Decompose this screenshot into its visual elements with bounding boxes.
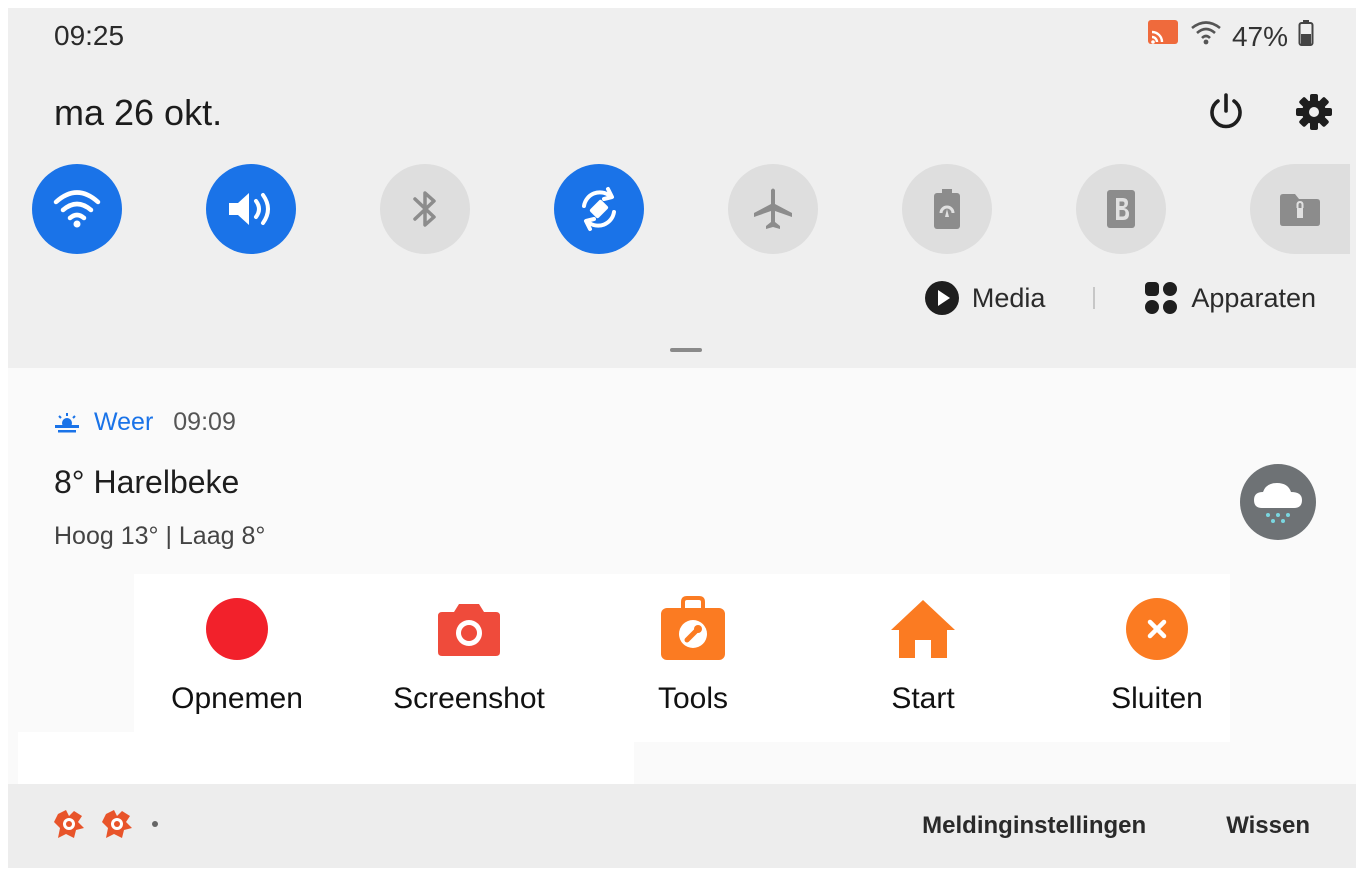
tools-label: Tools xyxy=(657,682,729,715)
notification-footer: Meldinginstellingen Wissen xyxy=(8,784,1356,868)
notification-settings-button[interactable]: Meldinginstellingen xyxy=(922,812,1146,840)
screenshot-label: Screenshot xyxy=(393,682,545,715)
close-label: Sluiten xyxy=(1111,682,1203,715)
recorder-toolbar: Opnemen Screenshot Tools Start Sluiten xyxy=(134,574,1230,742)
wifi-status-icon xyxy=(1190,19,1222,54)
tools-button[interactable]: Tools xyxy=(598,594,788,716)
screenshot-button[interactable]: Screenshot xyxy=(374,594,564,716)
grid-icon xyxy=(1145,282,1178,314)
airplane-icon xyxy=(754,188,792,229)
sub-actions: Media Apparaten xyxy=(924,280,1316,316)
tile-wifi[interactable] xyxy=(32,164,122,254)
record-label: Opnemen xyxy=(171,682,303,715)
tile-sound[interactable] xyxy=(206,164,296,254)
notification-app-name: Weer xyxy=(94,408,154,436)
tile-power-saving[interactable] xyxy=(902,164,992,254)
media-button[interactable]: Media xyxy=(924,280,1046,316)
volume-icon xyxy=(229,193,270,225)
devices-button[interactable]: Apparaten xyxy=(1143,280,1316,316)
toolbox-icon xyxy=(658,594,728,664)
home-button[interactable]: Start xyxy=(828,594,1018,716)
app-icons xyxy=(52,808,158,840)
tile-airplane[interactable] xyxy=(728,164,818,254)
cast-icon xyxy=(1146,18,1180,55)
tile-b[interactable] xyxy=(1076,164,1166,254)
notification-subtitle: Hoog 13° | Laag 8° xyxy=(54,522,266,550)
rotate-icon xyxy=(582,187,616,231)
b-letter-icon xyxy=(1107,190,1135,228)
record-icon xyxy=(202,594,272,664)
notification-time: 09:09 xyxy=(173,408,236,436)
drag-handle[interactable] xyxy=(670,348,702,352)
power-button[interactable] xyxy=(1204,90,1248,134)
quick-tiles xyxy=(32,164,1352,256)
footer-actions: Meldinginstellingen Wissen xyxy=(922,812,1310,840)
close-icon xyxy=(1122,594,1192,664)
play-circle-icon xyxy=(924,281,959,315)
media-label: Media xyxy=(971,282,1046,313)
power-icon xyxy=(1210,93,1242,129)
wifi-icon xyxy=(53,190,101,228)
tile-secure-folder[interactable] xyxy=(1250,164,1350,254)
status-time: 09:25 xyxy=(54,20,125,51)
clear-button[interactable]: Wissen xyxy=(1226,812,1310,840)
devices-label: Apparaten xyxy=(1191,282,1316,313)
secure-folder-icon xyxy=(1280,194,1320,226)
status-icons: 47% xyxy=(1146,18,1314,55)
bluetooth-icon xyxy=(413,191,436,227)
app-notification-icon xyxy=(54,810,84,838)
tile-auto-rotate[interactable] xyxy=(554,164,644,254)
weather-notification[interactable]: Weer 09:09 8° Harelbeke Hoog 13° | Laag … xyxy=(8,368,1356,580)
rain-cloud-icon xyxy=(1240,464,1316,540)
battery-saver-icon xyxy=(934,189,960,229)
more-dot xyxy=(152,821,158,827)
hidden-notification-area xyxy=(18,732,634,784)
top-actions xyxy=(1204,90,1336,134)
camera-icon xyxy=(434,594,504,664)
settings-button[interactable] xyxy=(1292,90,1336,134)
gear-icon xyxy=(1296,94,1332,130)
battery-level: 47% xyxy=(1231,20,1288,52)
tile-bluetooth[interactable] xyxy=(380,164,470,254)
close-button[interactable]: Sluiten xyxy=(1062,594,1252,716)
screen: 09:25 47% ma 26 okt. Media Apparaten Wee… xyxy=(8,8,1356,868)
home-icon xyxy=(888,594,958,664)
notification-title: 8° Harelbeke xyxy=(54,464,240,500)
weather-app-icon xyxy=(55,412,79,432)
notification-header: Weer 09:09 xyxy=(54,408,236,437)
battery-icon xyxy=(1298,19,1314,54)
divider xyxy=(1093,287,1096,309)
quick-panel: 09:25 47% ma 26 okt. Media Apparaten xyxy=(8,8,1356,368)
home-label: Start xyxy=(891,682,955,715)
app-notification-icon xyxy=(102,810,132,838)
record-button[interactable]: Opnemen xyxy=(134,594,340,716)
date-label: ma 26 okt. xyxy=(54,92,223,133)
